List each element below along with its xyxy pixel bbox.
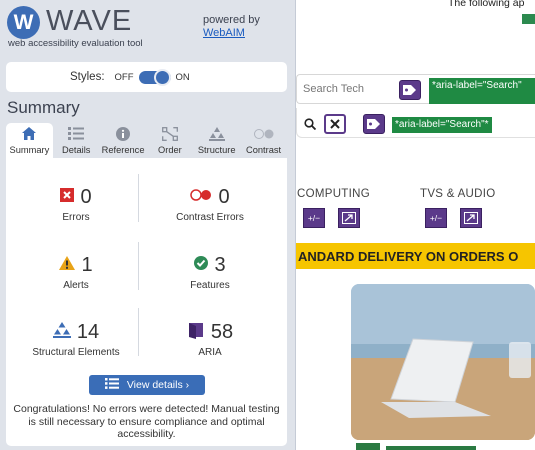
stat-errors[interactable]: 0 Errors bbox=[6, 184, 146, 223]
delivery-banner[interactable]: ANDARD DELIVERY ON ORDERS O bbox=[296, 243, 535, 269]
aria-tag-icon[interactable] bbox=[399, 80, 421, 100]
styles-toggle[interactable] bbox=[138, 68, 171, 86]
stat-alerts[interactable]: 1 Alerts bbox=[6, 252, 146, 291]
stat-aria[interactable]: 58 ARIA bbox=[140, 319, 280, 358]
tab-label: Summary bbox=[9, 145, 50, 155]
structure-icon bbox=[52, 321, 71, 343]
powered-by-label: powered by bbox=[203, 14, 260, 26]
contrast-icon bbox=[253, 126, 274, 141]
alerts-label: Alerts bbox=[63, 280, 89, 291]
stat-structural[interactable]: 14 Structural Elements bbox=[6, 319, 146, 359]
tab-label: Structure bbox=[197, 145, 236, 155]
order-icon bbox=[161, 126, 178, 141]
aria-label-tag: *aria-label="Search"* bbox=[392, 117, 492, 133]
wave-logo-icon: W bbox=[7, 6, 40, 39]
stat-contrast-errors[interactable]: 0 Contrast Errors bbox=[140, 184, 280, 224]
features-count: 3 bbox=[214, 253, 226, 276]
search-input[interactable]: Search Tech bbox=[303, 83, 364, 95]
styles-on-label: ON bbox=[175, 71, 190, 83]
tab-reference[interactable]: Reference bbox=[100, 123, 147, 158]
toggle-knob[interactable] bbox=[153, 68, 171, 86]
page-content: The following ap Search Tech *aria-label… bbox=[296, 0, 535, 450]
feature-bar bbox=[386, 446, 476, 450]
feature-icon bbox=[194, 255, 209, 275]
tab-label: Order bbox=[158, 145, 182, 155]
wave-tabs: Summary Details Reference Order Structur… bbox=[6, 123, 287, 158]
intro-text: The following ap bbox=[448, 0, 525, 9]
list-icon bbox=[104, 378, 119, 392]
errors-count: 0 bbox=[80, 185, 92, 208]
feature-marker bbox=[522, 14, 535, 24]
styles-off-label: OFF bbox=[114, 71, 134, 83]
wave-panel: W WAVE web accessibility evaluation tool… bbox=[0, 0, 296, 450]
structure-icon bbox=[208, 126, 225, 141]
alerts-count: 1 bbox=[81, 253, 93, 276]
feature-marker bbox=[356, 443, 380, 450]
structural-label: Structural Elements bbox=[32, 347, 120, 358]
contrast-errors-label: Contrast Errors bbox=[176, 212, 244, 223]
image-link-icon[interactable] bbox=[460, 208, 482, 228]
congrats-message: Congratulations! No errors were detected… bbox=[13, 403, 280, 440]
alert-icon bbox=[59, 255, 76, 275]
tab-structure[interactable]: Structure bbox=[193, 123, 240, 158]
tab-label: Reference bbox=[101, 145, 145, 155]
list-icon bbox=[68, 126, 85, 141]
features-label: Features bbox=[190, 280, 230, 291]
summary-title: Summary bbox=[7, 98, 80, 117]
contrast-errors-count: 0 bbox=[218, 185, 230, 208]
wave-header: W WAVE web accessibility evaluation tool… bbox=[0, 0, 296, 52]
search-icon[interactable] bbox=[304, 118, 317, 133]
home-icon bbox=[22, 126, 37, 141]
webaim-link[interactable]: WebAIM bbox=[203, 27, 245, 39]
contrast-error-icon bbox=[190, 188, 212, 206]
view-details-label: View details › bbox=[126, 379, 190, 391]
aria-tag-icon[interactable] bbox=[363, 114, 385, 134]
tab-contrast[interactable]: Contrast bbox=[240, 123, 287, 158]
structural-count: 14 bbox=[76, 320, 100, 343]
category-computing[interactable]: COMPUTING bbox=[297, 188, 370, 200]
tab-label: Contrast bbox=[245, 145, 282, 155]
info-icon bbox=[116, 126, 131, 141]
wave-logo-text: WAVE bbox=[46, 5, 133, 37]
stat-features[interactable]: 3 Features bbox=[140, 252, 280, 292]
wave-tagline: web accessibility evaluation tool bbox=[8, 38, 143, 49]
tab-order[interactable]: Order bbox=[146, 123, 193, 158]
aria-count: 58 bbox=[210, 320, 234, 343]
errors-label: Errors bbox=[62, 212, 90, 223]
list-structure-icon[interactable]: +/− bbox=[303, 208, 325, 228]
tab-details[interactable]: Details bbox=[53, 123, 100, 158]
view-details-button[interactable]: View details › bbox=[89, 375, 205, 395]
product-laptop-image[interactable] bbox=[351, 284, 535, 440]
error-icon bbox=[60, 187, 75, 207]
aria-label: ARIA bbox=[198, 347, 222, 358]
image-link-icon[interactable] bbox=[338, 208, 360, 228]
styles-toggle-box: Styles: OFF ON bbox=[6, 62, 287, 92]
empty-button-error-icon[interactable] bbox=[324, 114, 346, 134]
summary-card: 0 Errors 0 Contrast Errors 1 Alerts 3 Fe… bbox=[6, 158, 287, 446]
tab-summary[interactable]: Summary bbox=[6, 123, 53, 158]
aria-icon bbox=[187, 321, 205, 344]
category-tvs-audio[interactable]: TVS & AUDIO bbox=[420, 188, 496, 200]
wave-logo-letter: W bbox=[13, 10, 34, 34]
tab-label: Details bbox=[62, 145, 91, 155]
styles-label: Styles: bbox=[70, 71, 105, 83]
list-structure-icon[interactable]: +/− bbox=[425, 208, 447, 228]
aria-label-tag: *aria-label="Search" bbox=[429, 78, 535, 104]
